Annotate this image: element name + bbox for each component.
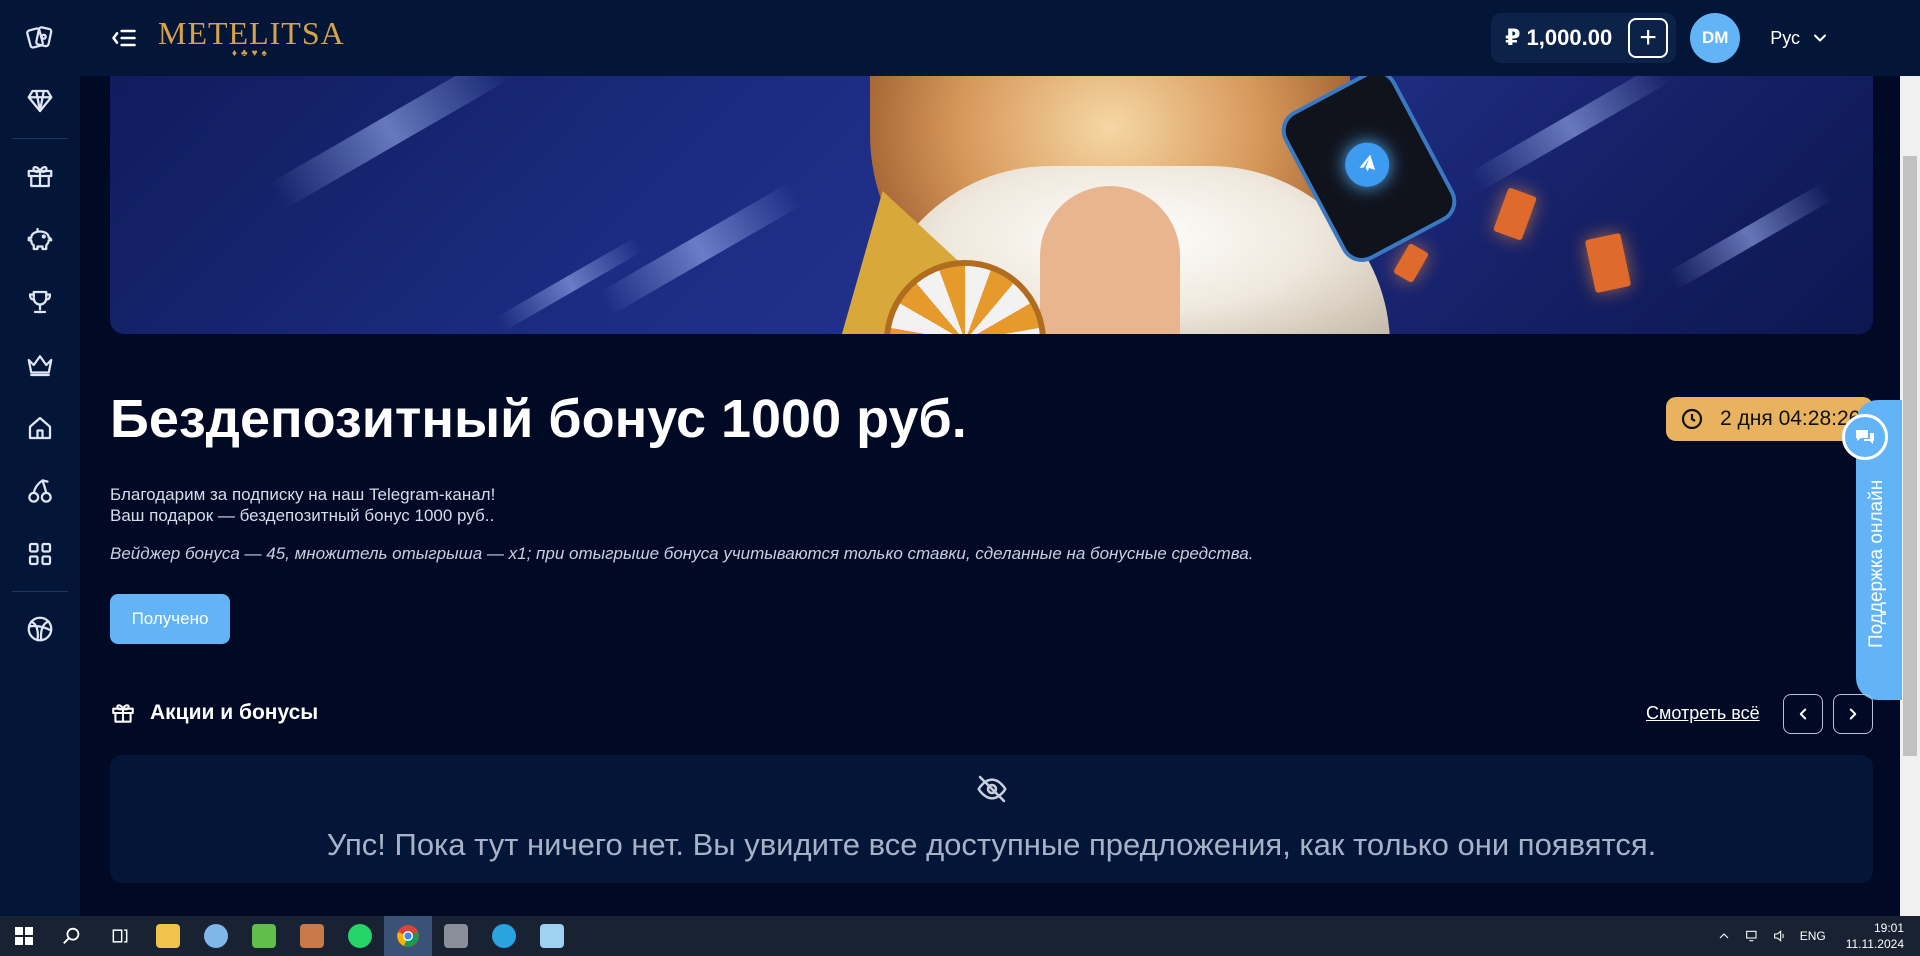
sidebar-divider — [12, 138, 68, 139]
paint-icon[interactable] — [192, 916, 240, 956]
sports-ball-icon[interactable] — [20, 609, 60, 649]
site-logo[interactable]: METELITSA ♦♣♥♠ — [158, 17, 345, 59]
clock-date: 11.11.2024 — [1845, 937, 1904, 951]
carousel-prev-button[interactable] — [1783, 694, 1823, 734]
game-app-icon[interactable] — [432, 916, 480, 956]
deposit-plus-button[interactable]: + — [1628, 18, 1669, 58]
logo-suits: ♦♣♥♠ — [231, 48, 271, 59]
menu-collapse-icon — [112, 29, 136, 47]
bonus-description-line-1: Благодарим за подписку на наш Telegram-к… — [110, 485, 496, 504]
carousel-next-button[interactable] — [1833, 694, 1873, 734]
logo-text: METELITSA — [158, 15, 345, 51]
crown-icon[interactable] — [20, 345, 60, 385]
notepad-icon[interactable] — [240, 916, 288, 956]
promo-banner — [110, 76, 1873, 334]
eye-off-icon — [976, 773, 1008, 805]
cards-icon[interactable] — [20, 18, 60, 58]
bonus-title: Бездепозитный бонус 1000 руб. — [110, 389, 967, 449]
promotions-title: Акции и бонусы — [150, 701, 319, 724]
start-icon[interactable] — [0, 916, 48, 956]
language-selector[interactable]: Рус — [1770, 28, 1830, 49]
chrome-icon[interactable] — [384, 916, 432, 956]
gift-icon[interactable] — [20, 156, 60, 196]
chevron-down-icon — [1814, 34, 1826, 42]
whatsapp-icon[interactable] — [336, 916, 384, 956]
notes-icon[interactable] — [528, 916, 576, 956]
collapse-menu-button[interactable] — [104, 18, 144, 58]
chevron-left-icon — [1799, 708, 1807, 720]
file-explorer-icon[interactable] — [144, 916, 192, 956]
telegram-icon[interactable] — [480, 916, 528, 956]
system-clock[interactable]: 19:01 11.11.2024 — [1846, 920, 1904, 952]
grid-icon[interactable] — [20, 534, 60, 574]
input-language[interactable]: ENG — [1800, 929, 1826, 943]
clock-icon — [1681, 408, 1703, 430]
clock-time: 19:01 — [1873, 921, 1904, 935]
task-view-icon[interactable] — [96, 916, 144, 956]
see-all-link[interactable]: Смотреть всё — [1646, 703, 1760, 724]
sidebar-divider — [12, 591, 68, 592]
balance-box: ₽ 1,000.00 + — [1491, 13, 1677, 63]
empty-state-message: Упс! Пока тут ничего нет. Вы увидите все… — [326, 827, 1657, 862]
speaker-icon[interactable] — [1769, 925, 1791, 947]
user-avatar[interactable]: DM — [1690, 13, 1741, 63]
bonus-description-line-2: Ваш подарок — бездепозитный бонус 1000 р… — [110, 506, 495, 525]
cherry-icon[interactable] — [20, 471, 60, 511]
chevron-up-icon[interactable] — [1713, 925, 1735, 947]
timer-value: 2 дня 04:28:26 — [1720, 407, 1861, 430]
diamond-icon[interactable] — [20, 81, 60, 121]
search-icon[interactable] — [48, 916, 96, 956]
telegram-logo-icon — [1337, 134, 1397, 195]
network-icon[interactable] — [1741, 925, 1763, 947]
balance-amount: ₽ 1,000.00 — [1505, 25, 1613, 50]
bonus-description: Благодарим за подписку на наш Telegram-к… — [110, 484, 495, 526]
windows-taskbar: ENG 19:01 11.11.2024 — [0, 916, 1920, 956]
promotions-empty-state: Упс! Пока тут ничего нет. Вы увидите все… — [110, 755, 1873, 883]
support-online-label[interactable]: Поддержка онлайн — [1866, 448, 1888, 648]
scrollbar-thumb[interactable] — [1903, 156, 1917, 756]
chevron-right-icon — [1849, 708, 1857, 720]
received-button[interactable]: Получено — [110, 594, 230, 644]
trophy-icon[interactable] — [20, 282, 60, 322]
promotions-heading: Акции и бонусы — [110, 700, 318, 726]
gift-icon — [112, 704, 134, 723]
piggy-bank-icon[interactable] — [20, 219, 60, 259]
language-label: Рус — [1770, 27, 1800, 48]
top-header: METELITSA ♦♣♥♠ ₽ 1,000.00 + DM Рус — [80, 0, 1920, 76]
sidebar — [0, 0, 80, 916]
bonus-wager-note: Вейджер бонуса — 45, множитель отыгрыша … — [110, 544, 1254, 563]
page-scrollbar[interactable] — [1900, 76, 1920, 916]
home-icon[interactable] — [20, 408, 60, 448]
photo-app-icon[interactable] — [288, 916, 336, 956]
